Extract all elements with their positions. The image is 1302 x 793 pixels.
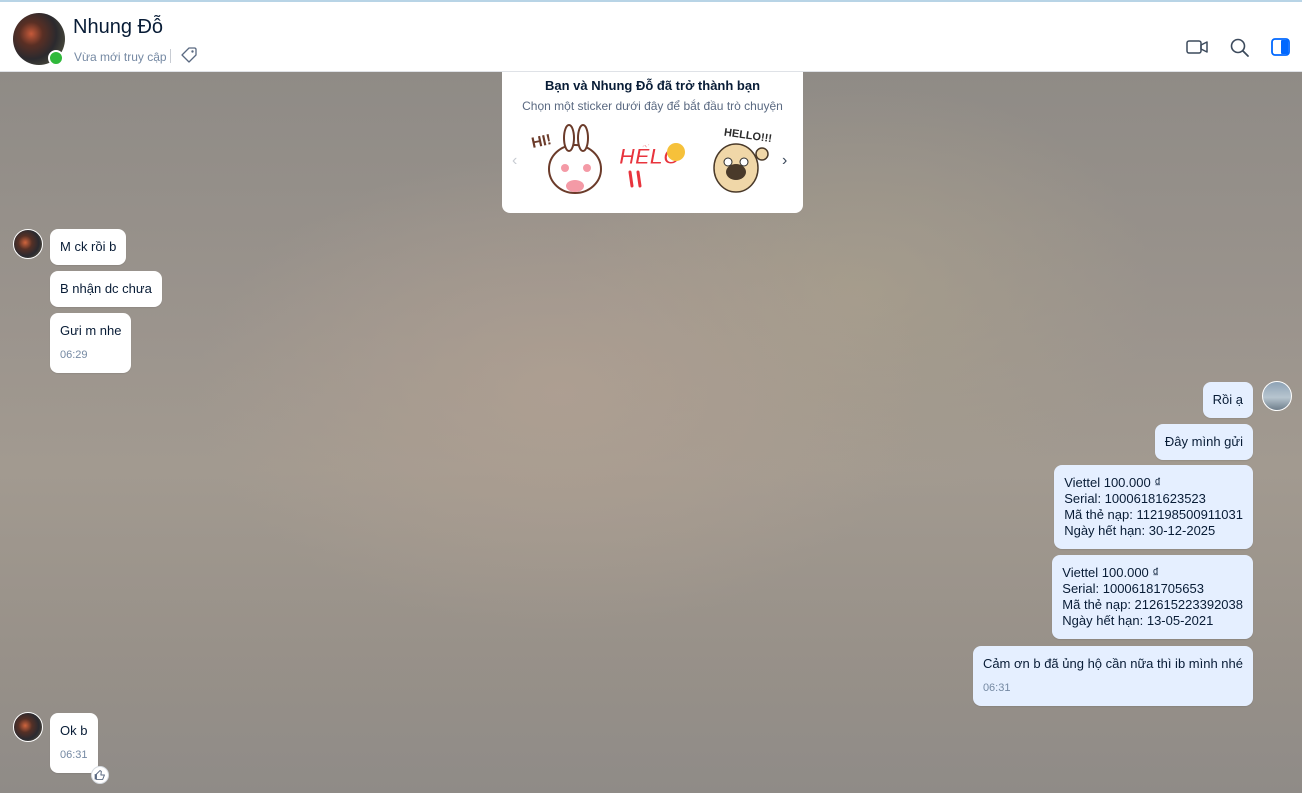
message-text: Viettel 100.000 ₫ Serial: 10006181623523… xyxy=(1064,475,1243,538)
contact-avatar-small[interactable] xyxy=(13,712,43,742)
sent-message-card-code[interactable]: Viettel 100.000 ₫ Serial: 10006181623523… xyxy=(1054,465,1253,549)
message-time: 06:31 xyxy=(60,749,88,761)
chevron-right-icon[interactable]: › xyxy=(782,152,787,170)
search-icon[interactable] xyxy=(1228,36,1252,58)
message-text: M ck rồi b xyxy=(60,239,117,254)
chat-header: Nhung Đỗ Vừa mới truy cập xyxy=(0,0,1302,72)
conversation-info-panel-icon[interactable] xyxy=(1269,36,1293,58)
new-friend-card: Bạn và Nhung Đỗ đã trở thành bạn Chọn mộ… xyxy=(502,72,803,213)
received-message[interactable]: Gưi m nhe 06:29 xyxy=(50,313,132,373)
header-divider xyxy=(170,49,171,63)
sent-message[interactable]: Rồi ạ xyxy=(1202,382,1253,418)
message-text: Ok b xyxy=(60,723,88,738)
message-text: Gưi m nhe xyxy=(60,323,122,338)
message-time: 06:31 xyxy=(982,682,1011,694)
video-call-icon[interactable] xyxy=(1185,36,1209,58)
contact-name[interactable]: Nhung Đỗ xyxy=(73,16,163,39)
bunny-hi-sticker[interactable]: HI! xyxy=(527,124,607,199)
friend-card-subtitle: Chọn một sticker dưới đây để bắt đầu trò… xyxy=(522,99,783,113)
tag-icon[interactable] xyxy=(180,46,198,64)
like-reaction-icon[interactable] xyxy=(91,766,109,784)
pug-hello-sticker[interactable]: HELLO!!! xyxy=(702,124,782,199)
sent-message-card-code[interactable]: Viettel 100.000 ₫ Serial: 10006181705653… xyxy=(1052,555,1253,639)
my-avatar-small[interactable] xyxy=(1262,381,1292,411)
sent-message[interactable]: Cảm ơn b đã ủng hộ cần nữa thì ib mình n… xyxy=(972,646,1253,706)
message-text: B nhận dc chưa xyxy=(60,281,152,296)
message-text: Rồi ạ xyxy=(1212,392,1243,407)
received-message[interactable]: B nhận dc chưa xyxy=(50,271,162,307)
sent-message[interactable]: Đây mình gửi xyxy=(1154,424,1253,460)
received-message[interactable]: M ck rồi b xyxy=(50,229,127,265)
svg-text:HELLO!!!: HELLO!!! xyxy=(723,127,772,146)
friend-card-title: Bạn và Nhung Đỗ đã trở thành bạn xyxy=(544,78,761,93)
svg-text:HI!: HI! xyxy=(530,131,553,152)
hello-text-sticker[interactable]: HẾLỎ xyxy=(614,124,694,199)
message-text: Đây mình gửi xyxy=(1164,434,1243,449)
presence-status: Vừa mới truy cập xyxy=(74,50,167,64)
chat-message-area[interactable]: Bạn và Nhung Đỗ đã trở thành bạn Chọn mộ… xyxy=(0,72,1302,793)
received-message[interactable]: Ok b 06:31 xyxy=(50,713,98,773)
contact-avatar-small[interactable] xyxy=(13,229,43,259)
message-text: Cảm ơn b đã ủng hộ cần nữa thì ib mình n… xyxy=(982,656,1243,671)
chevron-left-icon[interactable]: ‹ xyxy=(512,152,517,170)
online-status-dot xyxy=(48,50,64,66)
message-text: Viettel 100.000 ₫ Serial: 10006181705653… xyxy=(1062,565,1243,628)
message-time: 06:29 xyxy=(60,349,88,361)
